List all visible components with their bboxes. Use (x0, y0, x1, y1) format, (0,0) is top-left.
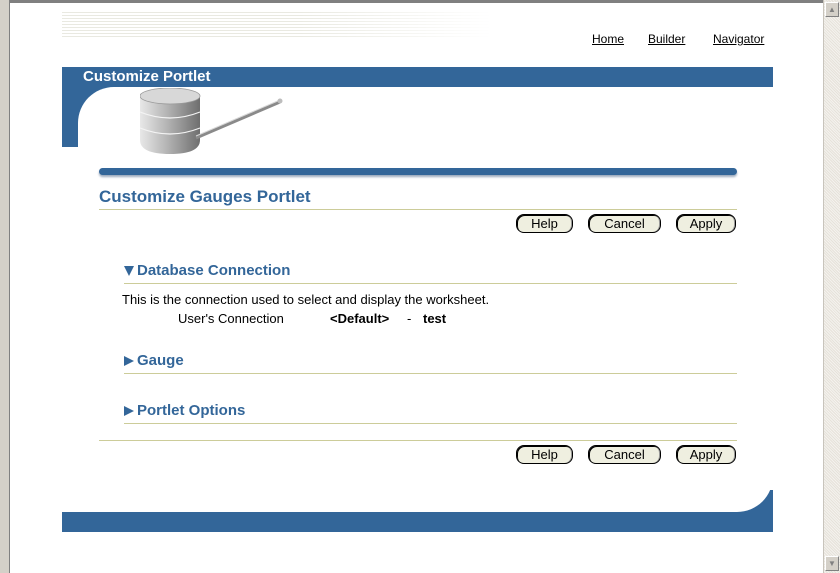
footer-divider (99, 440, 737, 441)
window-left-border (0, 0, 10, 573)
banner-title: Customize Portlet (83, 68, 211, 85)
home-link[interactable]: Home (592, 32, 624, 46)
scroll-up-icon[interactable]: ▲ (825, 2, 839, 17)
cancel-button[interactable]: Cancel (588, 214, 661, 233)
banner-rule (99, 168, 737, 175)
apply-button-bottom[interactable]: Apply (676, 445, 736, 464)
section-title-label: Database Connection (137, 262, 291, 279)
scroll-down-icon[interactable]: ▼ (825, 556, 839, 571)
section-title-label: Gauge (137, 352, 184, 369)
section-portlet-options[interactable]: Portlet Options (124, 402, 245, 419)
cancel-button-bottom[interactable]: Cancel (588, 445, 661, 464)
expand-arrow-icon[interactable] (124, 406, 134, 417)
expand-arrow-icon[interactable] (124, 356, 134, 367)
section-divider (124, 423, 737, 424)
section-title-label: Portlet Options (137, 402, 246, 419)
connection-name: test (423, 311, 447, 326)
logo-fade (62, 12, 492, 39)
apply-button[interactable]: Apply (676, 214, 736, 233)
help-button[interactable]: Help (516, 214, 573, 233)
heading-divider (99, 209, 737, 210)
database-icon (140, 88, 283, 154)
section-divider (124, 283, 737, 284)
section-divider (124, 373, 737, 374)
navigator-link[interactable]: Navigator (713, 32, 764, 46)
vertical-scrollbar[interactable] (823, 0, 840, 573)
page-title: Customize Gauges Portlet (99, 187, 311, 206)
collapse-arrow-icon[interactable] (124, 266, 134, 277)
footer-bar (62, 512, 773, 532)
connection-label: User's Connection (178, 311, 284, 326)
section-database-connection[interactable]: Database Connection (124, 262, 290, 279)
connection-default: <Default> (330, 311, 390, 326)
builder-link[interactable]: Builder (648, 32, 685, 46)
section-gauge[interactable]: Gauge (124, 352, 184, 369)
help-button-bottom[interactable]: Help (516, 445, 573, 464)
window-top-border (10, 0, 824, 3)
connection-separator: - (407, 311, 412, 326)
connection-description: This is the connection used to select an… (122, 292, 490, 307)
